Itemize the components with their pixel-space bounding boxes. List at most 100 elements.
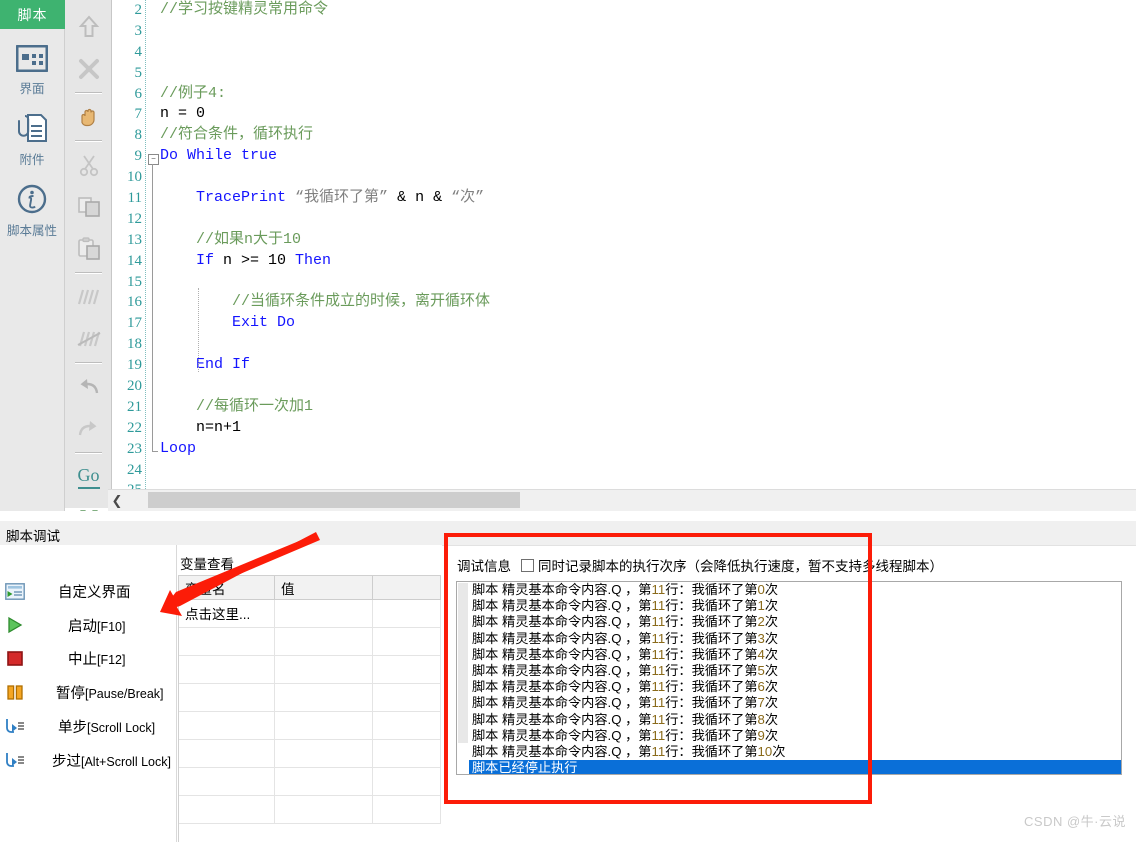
code-line[interactable]: //每循环一次加1: [160, 397, 1136, 418]
table-row[interactable]: [179, 656, 441, 684]
code-line[interactable]: If n >= 10 Then: [160, 251, 1136, 272]
line-number: 14: [127, 252, 142, 269]
code-line[interactable]: n=n+1: [160, 418, 1136, 439]
debug-cmd-stop[interactable]: 中止[F12]: [0, 642, 176, 674]
variable-watch-table[interactable]: 变量名 值 点击这里...: [178, 575, 441, 842]
table-row[interactable]: [179, 712, 441, 740]
list-item[interactable]: 脚本 精灵基本命令内容.Q ，第11行：我循环了第8次: [469, 712, 1121, 728]
list-item[interactable]: 脚本 精灵基本命令内容.Q ，第11行：我循环了第3次: [469, 631, 1121, 647]
code-line[interactable]: [160, 42, 1136, 63]
debug-log-rows[interactable]: 脚本 精灵基本命令内容.Q ，第11行：我循环了第0次 脚本 精灵基本命令内容.Q…: [469, 582, 1121, 774]
log-text: 行：我循环了第: [665, 630, 758, 646]
list-item[interactable]: 脚本 精灵基本命令内容.Q ，第11行：我循环了第4次: [469, 647, 1121, 663]
fold-box-line9[interactable]: −: [148, 154, 159, 165]
sidebar-item-attachment[interactable]: 附件: [0, 113, 64, 168]
debug-cmd-run[interactable]: 启动[F10]: [0, 609, 176, 641]
debug-cmd-custom-ui[interactable]: 自定义界面: [0, 575, 176, 607]
sidebar-tab-script[interactable]: 脚本: [0, 0, 65, 29]
table-row[interactable]: [179, 768, 441, 796]
table-row[interactable]: 点击这里...: [179, 600, 441, 628]
sidebar-item-interface-label: 界面: [19, 82, 45, 96]
fold-line-do-while: [152, 164, 153, 451]
line-number: 22: [127, 419, 142, 436]
debug-cmd-step-over[interactable]: 步过[Alt+Scroll Lock]: [0, 744, 176, 776]
log-text: 5: [757, 662, 765, 678]
table-row[interactable]: [179, 740, 441, 768]
log-text: 脚本 精灵基本命令内容.Q ，第: [472, 646, 652, 662]
code-line[interactable]: //如果n大于10: [160, 230, 1136, 251]
list-item[interactable]: 脚本 精灵基本命令内容.Q ，第11行：我循环了第9次: [469, 728, 1121, 744]
left-sidebar: 脚本 界面 附件 脚本属性: [0, 0, 65, 521]
horizontal-scrollbar[interactable]: [126, 491, 1136, 511]
horizontal-scrollbar-thumb[interactable]: [148, 492, 520, 508]
line-number: 16: [127, 294, 142, 311]
table-row[interactable]: [179, 796, 441, 824]
code-line[interactable]: //当循环条件成立的时候，离开循环体: [160, 292, 1136, 313]
delete-x-icon[interactable]: [65, 48, 112, 90]
code-line[interactable]: //例子4:: [160, 84, 1136, 105]
list-item[interactable]: 脚本 精灵基本命令内容.Q ，第11行：我循环了第10次: [469, 744, 1121, 760]
variable-row-cell: [179, 768, 275, 795]
code-line[interactable]: [160, 272, 1136, 293]
step-into-icon: [0, 717, 30, 735]
record-order-checkbox[interactable]: [521, 558, 534, 572]
code-line[interactable]: n = 0: [160, 104, 1136, 125]
debug-cmd-pause[interactable]: 暂停[Pause/Break]: [0, 676, 176, 708]
code-editor[interactable]: 2345678910111213141516171819202122232425…: [112, 0, 1136, 489]
sidebar-item-interface[interactable]: 界面: [0, 44, 64, 97]
code-line[interactable]: Exit Do: [160, 313, 1136, 334]
log-text: 11: [651, 695, 666, 711]
table-row[interactable]: [179, 684, 441, 712]
undo-icon[interactable]: [65, 366, 112, 408]
debug-log-scrollbar-thumb[interactable]: [458, 583, 468, 743]
log-text: 10: [757, 743, 773, 759]
code-line[interactable]: [160, 460, 1136, 481]
code-text-area[interactable]: //学习按键精灵常用命令 //例子4: n = 0 //符合条件，循环执行 Do Wh…: [160, 0, 1136, 489]
code-line[interactable]: [160, 209, 1136, 230]
code-token: n=n+1: [160, 418, 242, 436]
line-number: 15: [127, 273, 142, 290]
copy-icon[interactable]: [65, 186, 112, 228]
collapse-left-icon[interactable]: ❮: [108, 490, 126, 512]
variable-row-cell: [179, 656, 275, 683]
code-line[interactable]: [160, 63, 1136, 84]
code-line[interactable]: //符合条件，循环执行: [160, 125, 1136, 146]
comment-icon[interactable]: [65, 276, 112, 318]
debug-panel-titlebar: 脚本调试: [0, 521, 1136, 546]
code-line[interactable]: [160, 21, 1136, 42]
debug-cmd-step-into[interactable]: 单步[Scroll Lock]: [0, 710, 176, 742]
list-item[interactable]: 脚本 精灵基本命令内容.Q ，第11行：我循环了第1次: [469, 598, 1121, 614]
variable-watch-title: 变量查看: [180, 557, 234, 572]
debug-info-section: 调试信息 同时记录脚本的执行次序（会降低执行速度，暂不支持多线程脚本） 脚本 精…: [443, 545, 1136, 842]
debug-log-list[interactable]: 脚本 精灵基本命令内容.Q ，第11行：我循环了第0次 脚本 精灵基本命令内容.Q…: [456, 581, 1122, 775]
goto-icon[interactable]: Go: [65, 456, 112, 498]
code-folding-column[interactable]: −: [146, 0, 160, 489]
code-line[interactable]: [160, 167, 1136, 188]
list-item[interactable]: 脚本 精灵基本命令内容.Q ，第11行：我循环了第0次: [469, 582, 1121, 598]
list-item[interactable]: 脚本 精灵基本命令内容.Q ，第11行：我循环了第2次: [469, 614, 1121, 630]
record-order-checkbox-label[interactable]: 同时记录脚本的执行次序（会降低执行速度，暂不支持多线程脚本）: [538, 555, 943, 575]
code-line[interactable]: End If: [160, 355, 1136, 376]
table-row[interactable]: [179, 628, 441, 656]
list-item[interactable]: 脚本 精灵基本命令内容.Q ，第11行：我循环了第5次: [469, 663, 1121, 679]
code-line[interactable]: Loop: [160, 439, 1136, 460]
uncomment-icon[interactable]: [65, 318, 112, 360]
paste-icon[interactable]: [65, 228, 112, 270]
up-arrow-icon[interactable]: [65, 6, 112, 48]
cut-scissors-icon[interactable]: [65, 144, 112, 186]
code-line[interactable]: [160, 376, 1136, 397]
variable-table-empty-rows[interactable]: [179, 628, 441, 824]
info-icon: [17, 184, 47, 217]
list-item[interactable]: 脚本 精灵基本命令内容.Q ，第11行：我循环了第6次: [469, 679, 1121, 695]
list-item[interactable]: 脚本已经停止执行: [469, 760, 1121, 774]
code-line[interactable]: [160, 334, 1136, 355]
code-line[interactable]: TracePrint “我循环了第” & n & “次”: [160, 188, 1136, 209]
hand-icon[interactable]: [65, 96, 112, 138]
code-token: “我循环了第”: [295, 189, 389, 207]
code-line[interactable]: Do While true: [160, 146, 1136, 167]
code-line[interactable]: //学习按键精灵常用命令: [160, 0, 1136, 21]
sidebar-item-script-properties[interactable]: 脚本属性: [0, 184, 64, 239]
code-line[interactable]: [160, 480, 1136, 489]
list-item[interactable]: 脚本 精灵基本命令内容.Q ，第11行：我循环了第7次: [469, 695, 1121, 711]
redo-icon[interactable]: [65, 408, 112, 450]
